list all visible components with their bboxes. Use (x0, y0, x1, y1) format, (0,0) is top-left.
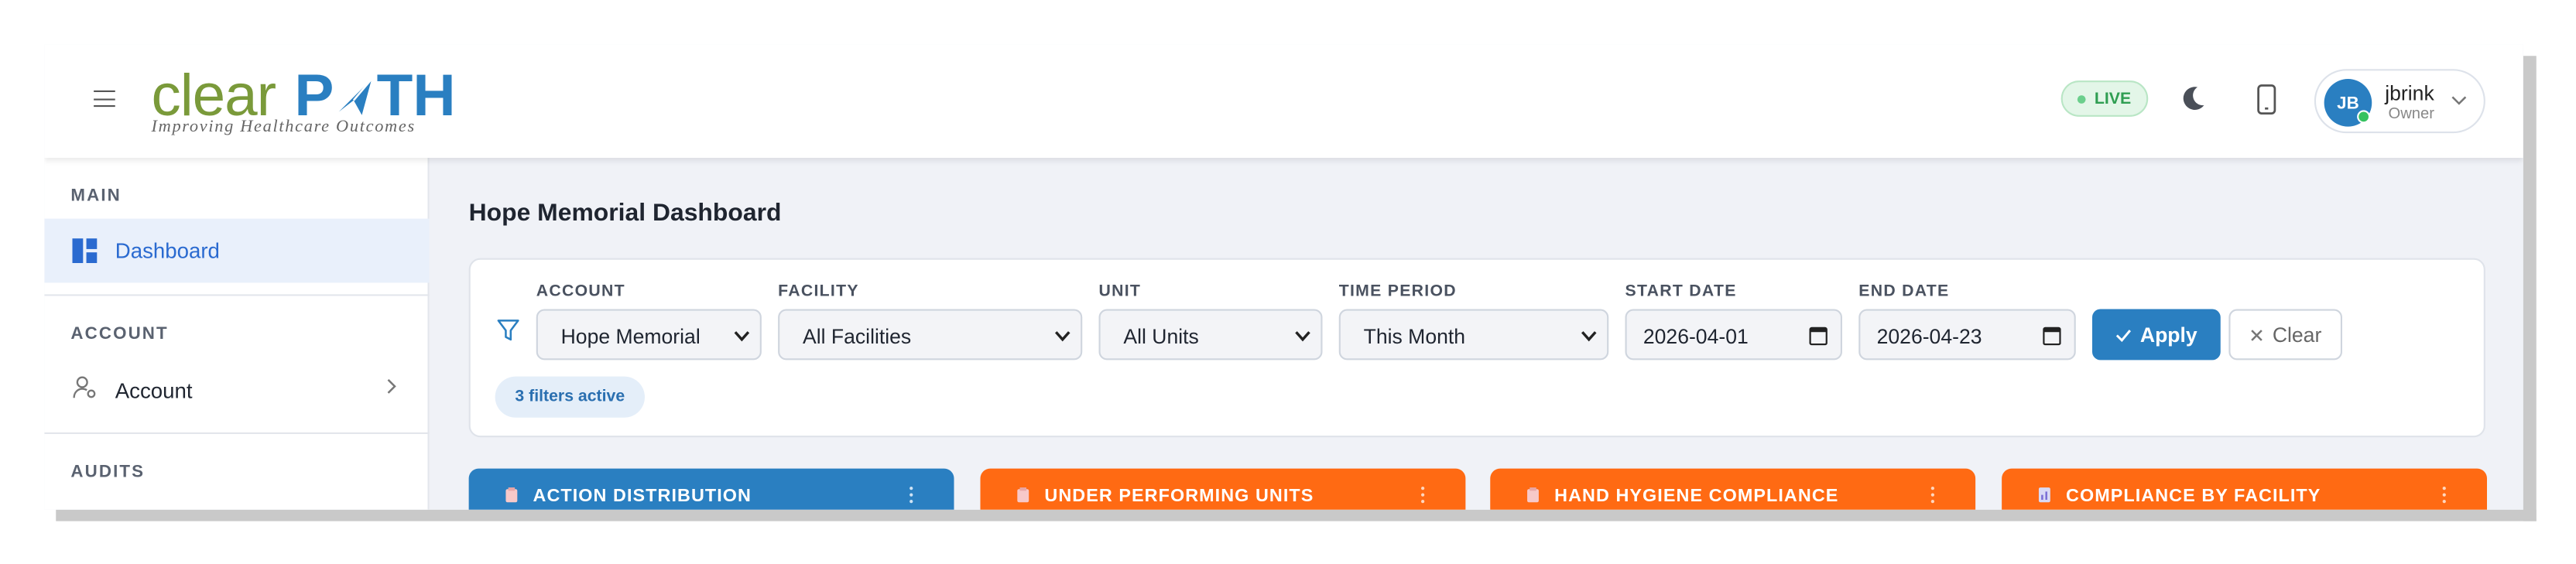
chevron-down-icon (734, 331, 750, 342)
end-date-label: END DATE (1858, 282, 1950, 301)
filter-icon (497, 320, 519, 341)
sidebar-item-label: Account (115, 378, 193, 403)
widget-compliance-by-facility: COMPLIANCE BY FACILITY (2002, 468, 2487, 510)
apply-filters-button[interactable]: Apply (2092, 309, 2221, 361)
filter-panel: ACCOUNT Hope Memorial FACILITY All Facil… (468, 258, 2485, 438)
clearpath-logo[interactable]: clear P TH Improving Healthcare Outcomes (152, 61, 464, 142)
sidebar: MAIN Dashboard ACCOUNT Account AUDITS (44, 158, 430, 510)
unit-select[interactable]: All Units (1098, 309, 1323, 361)
sidebar-section-account: ACCOUNT (70, 323, 169, 344)
calendar-icon[interactable] (1809, 326, 1828, 346)
user-name: jbrink (2385, 82, 2434, 105)
clipboard-icon (1017, 487, 1029, 503)
chart-document-icon (2038, 487, 2050, 503)
user-settings-icon (73, 376, 96, 398)
time-period-filter-label: TIME PERIOD (1338, 282, 1457, 301)
active-filters-badge: 3 filters active (495, 376, 645, 418)
mobile-icon[interactable] (2255, 84, 2278, 115)
start-date-label: START DATE (1625, 282, 1737, 301)
widget-action-distribution: ACTION DISTRIBUTION (468, 468, 954, 510)
chevron-down-icon (1581, 331, 1597, 342)
facility-filter-label: FACILITY (778, 282, 859, 301)
chevron-down-icon (1295, 331, 1310, 342)
kebab-menu-icon[interactable] (1420, 485, 1427, 505)
sidebar-item-label: Dashboard (115, 238, 220, 263)
dashboard-icon (72, 238, 98, 263)
top-header: clear P TH Improving Healthcare Outcomes … (44, 44, 2523, 158)
clipboard-icon (505, 487, 518, 503)
chevron-right-icon (387, 378, 396, 394)
account-filter-label: ACCOUNT (536, 282, 625, 301)
sidebar-item-dashboard[interactable]: Dashboard (44, 218, 430, 283)
close-icon (2250, 329, 2262, 340)
end-date-input[interactable]: 2026-04-23 (1858, 309, 2076, 361)
hamburger-icon[interactable] (94, 89, 117, 109)
unit-filter-label: UNIT (1098, 282, 1142, 301)
kebab-menu-icon[interactable] (908, 485, 915, 505)
account-select[interactable]: Hope Memorial (536, 309, 762, 361)
online-status-dot (2357, 110, 2371, 124)
page-title: Hope Memorial Dashboard (468, 199, 782, 227)
clear-filters-button[interactable]: Clear (2228, 309, 2342, 361)
chevron-down-icon (2451, 96, 2467, 105)
user-role: Owner (2388, 105, 2434, 124)
sidebar-section-main: MAIN (70, 186, 122, 206)
kebab-menu-icon[interactable] (1930, 485, 1937, 505)
chevron-down-icon (1054, 331, 1070, 342)
facility-select[interactable]: All Facilities (778, 309, 1083, 361)
check-icon (2116, 329, 2132, 341)
calendar-icon[interactable] (2043, 326, 2061, 346)
sidebar-section-audits: AUDITS (70, 462, 146, 482)
live-status-badge: LIVE (2060, 80, 2149, 117)
sidebar-item-account[interactable]: Account (44, 358, 429, 418)
start-date-input[interactable]: 2026-04-01 (1625, 309, 1842, 361)
time-period-select[interactable]: This Month (1338, 309, 1609, 361)
app-window: clear P TH Improving Healthcare Outcomes … (44, 44, 2523, 510)
kebab-menu-icon[interactable] (2441, 485, 2448, 505)
user-menu-button[interactable]: JB jbrink Owner (2314, 69, 2485, 134)
moon-icon[interactable] (2178, 84, 2208, 113)
widget-hand-hygiene-compliance: HAND HYGIENE COMPLIANCE (1490, 468, 1976, 510)
widget-under-performing-units: UNDER PERFORMING UNITS (980, 468, 1466, 510)
clipboard-icon (1527, 487, 1539, 503)
